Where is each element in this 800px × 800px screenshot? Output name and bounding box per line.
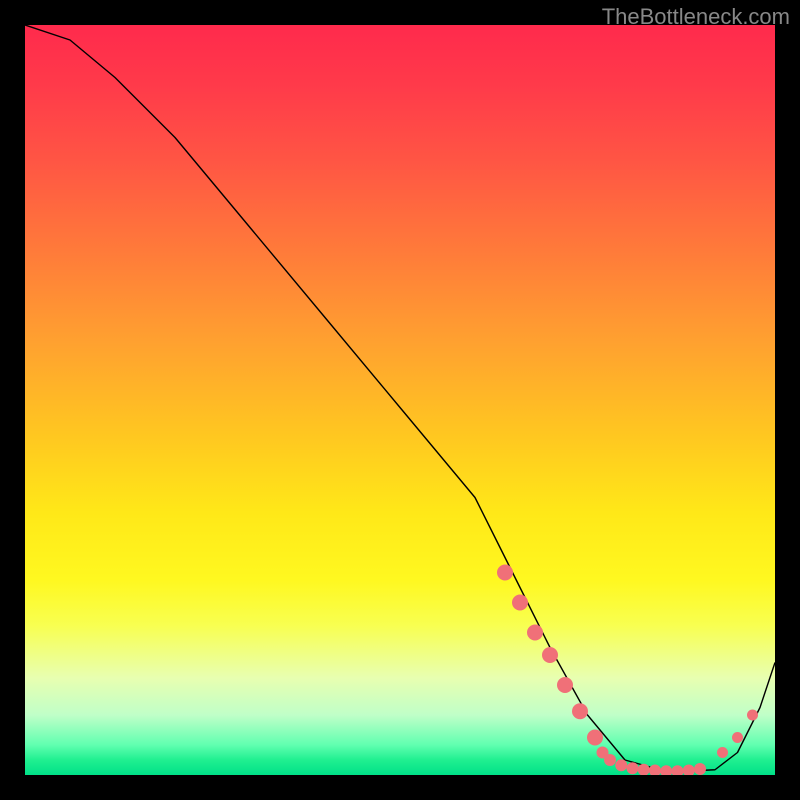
marker-bottom-8 bbox=[672, 765, 684, 775]
marker-right-ascent-2 bbox=[732, 732, 743, 743]
marker-bottom-4 bbox=[627, 762, 639, 774]
marker-right-ascent-1 bbox=[717, 747, 728, 758]
marker-bottom-6 bbox=[649, 765, 661, 776]
marker-bottom-9 bbox=[683, 765, 695, 776]
marker-bottom-3 bbox=[615, 759, 627, 771]
bottleneck-curve bbox=[25, 25, 775, 771]
attribution-text: TheBottleneck.com bbox=[602, 4, 790, 30]
marker-bottom-7 bbox=[660, 765, 672, 775]
marker-right-ascent-3 bbox=[747, 710, 758, 721]
marker-thick-left-6 bbox=[572, 703, 588, 719]
marker-thick-left-3 bbox=[527, 625, 543, 641]
marker-bottom-2 bbox=[604, 754, 616, 766]
chart-plot-area bbox=[25, 25, 775, 775]
curve-markers bbox=[497, 565, 758, 776]
marker-bottom-10 bbox=[694, 763, 706, 775]
marker-thick-left-start bbox=[497, 565, 513, 581]
marker-bottom-5 bbox=[638, 764, 650, 775]
marker-thick-left-2 bbox=[512, 595, 528, 611]
marker-thick-left-4 bbox=[542, 647, 558, 663]
chart-svg bbox=[25, 25, 775, 775]
marker-thick-left-5 bbox=[557, 677, 573, 693]
marker-thick-left-7 bbox=[587, 730, 603, 746]
